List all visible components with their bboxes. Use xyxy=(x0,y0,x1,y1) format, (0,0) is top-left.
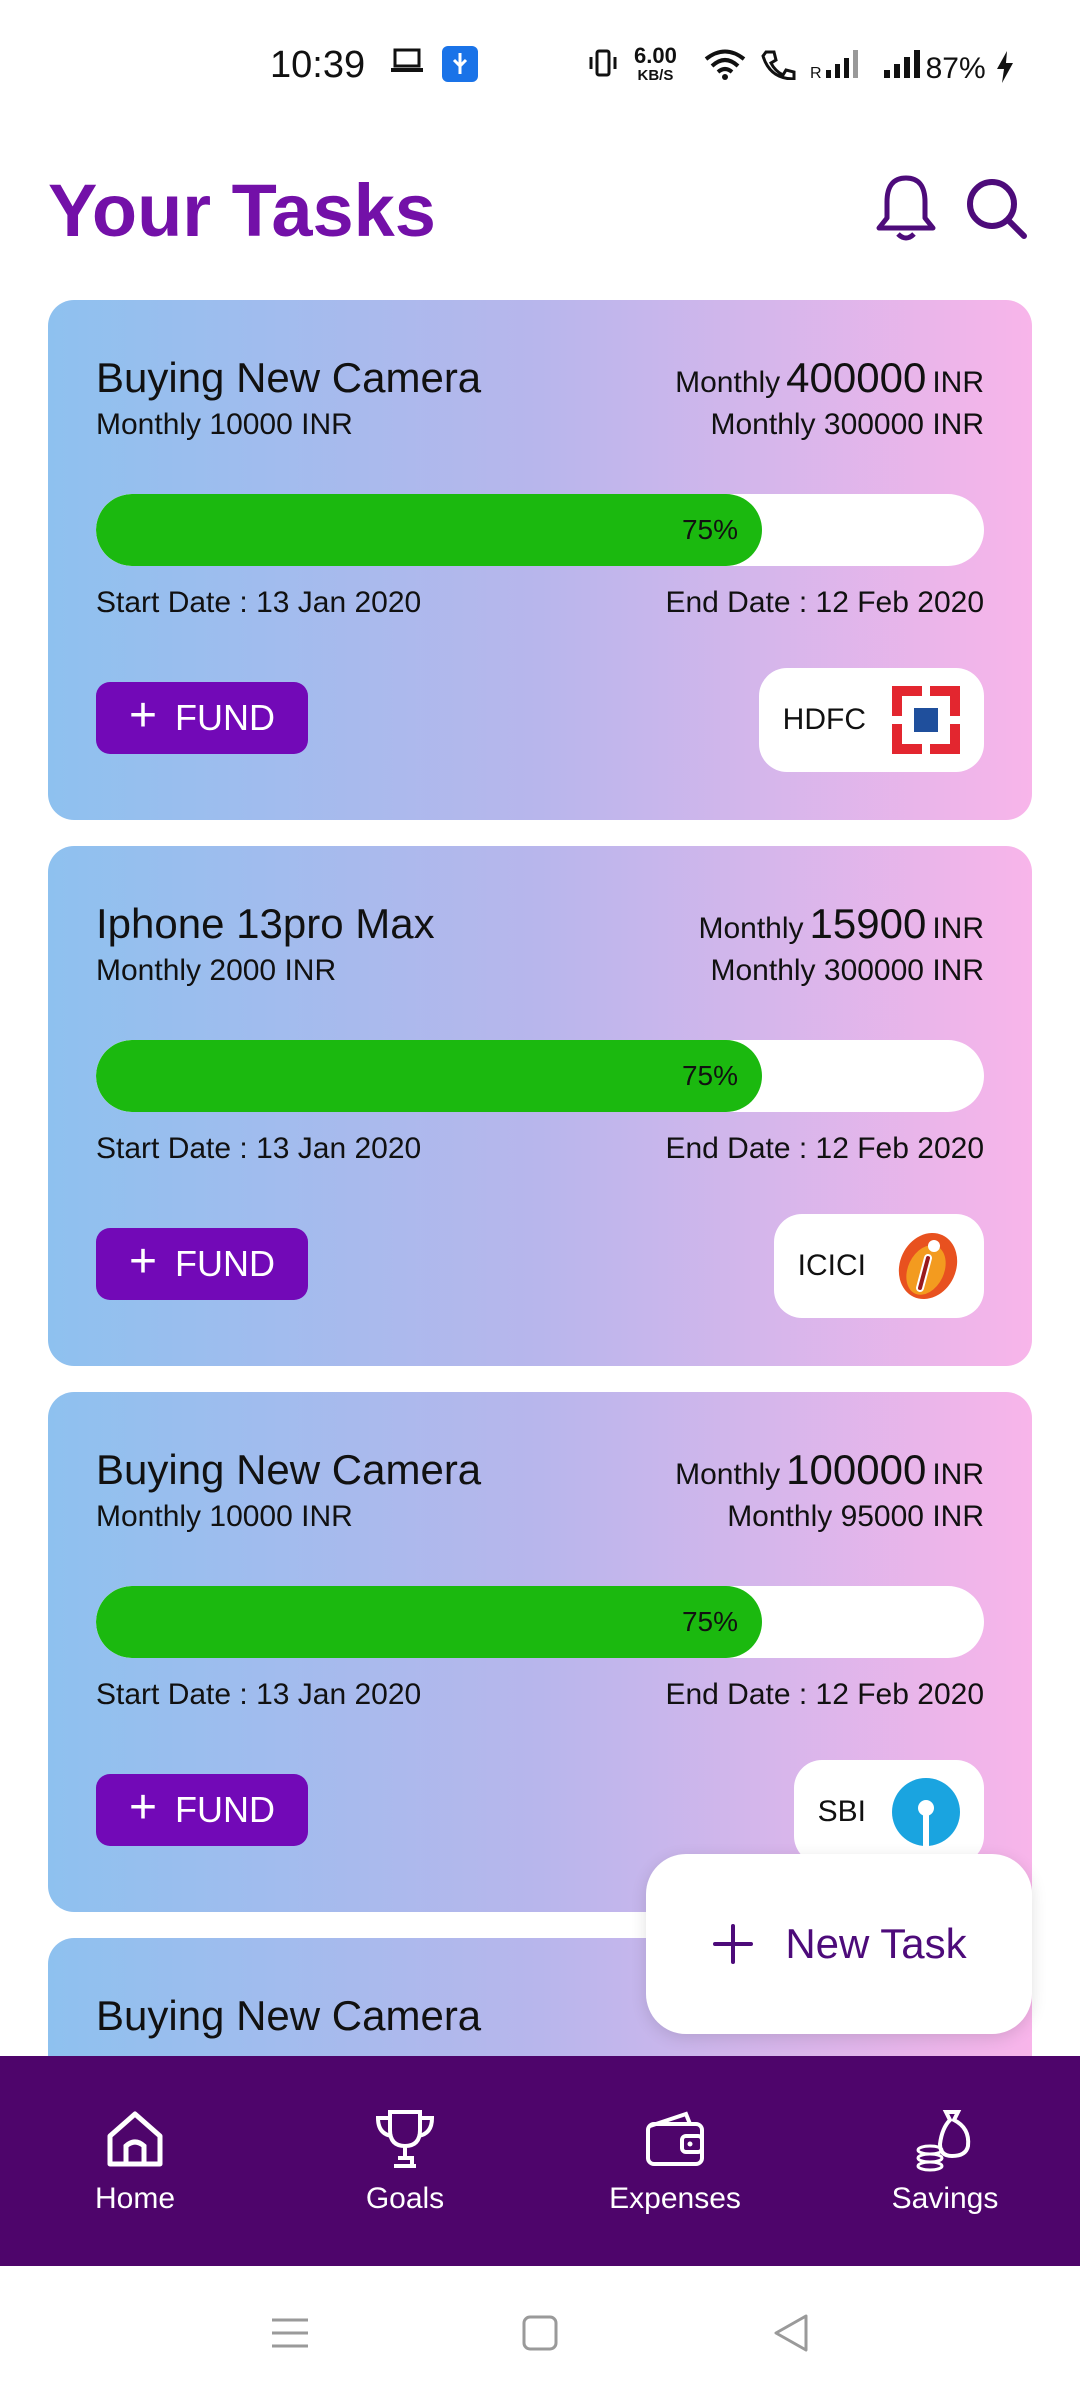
savings-icon xyxy=(916,2110,971,2172)
back-triangle-icon xyxy=(774,2314,808,2352)
vibrate-icon xyxy=(588,48,618,83)
header: Your Tasks xyxy=(0,160,1080,260)
search-button[interactable] xyxy=(956,168,1036,248)
fund-button[interactable]: + FUND xyxy=(96,1774,308,1846)
plus-icon: + xyxy=(128,689,158,742)
task-name: Buying New Camera xyxy=(96,354,482,401)
usb-icon xyxy=(442,46,478,87)
task-monthly: Monthly 10000 INR xyxy=(96,1500,353,1533)
page-title: Your Tasks xyxy=(48,169,436,252)
signal-icon xyxy=(882,48,926,85)
end-date: End Date : 12 Feb 2020 xyxy=(665,1678,984,1711)
charging-icon xyxy=(997,51,1013,83)
wifi-calling-icon xyxy=(760,48,800,85)
nav-item-expenses[interactable]: Expenses xyxy=(540,2056,810,2266)
task-saved: Monthly 300000 INR xyxy=(710,954,985,987)
nav-item-savings[interactable]: Savings xyxy=(810,2056,1080,2266)
signal-roaming-icon: R xyxy=(810,48,874,85)
laptop-icon xyxy=(390,48,424,79)
bank-chip[interactable]: ICICI xyxy=(773,1214,984,1318)
nav-label: Home xyxy=(94,2182,176,2215)
task-card[interactable]: Buying New Camera Monthly 10000 INR Mont… xyxy=(48,1392,1032,1912)
start-date: Start Date : 13 Jan 2020 xyxy=(96,586,422,619)
progress-bar: 75% xyxy=(96,1040,984,1112)
bank-chip[interactable]: HDFC xyxy=(758,668,984,772)
system-home-button[interactable] xyxy=(510,2303,570,2363)
nav-item-home[interactable]: Home xyxy=(0,2056,270,2266)
new-task-button[interactable]: New Task xyxy=(646,1854,1032,2034)
fund-button[interactable]: + FUND xyxy=(96,682,308,754)
task-card[interactable]: Buying New Camera Monthly 10000 INR Mont… xyxy=(48,300,1032,820)
plus-icon: + xyxy=(128,1781,158,1834)
nav-label: Goals xyxy=(365,2182,445,2215)
plus-icon xyxy=(713,1924,754,1964)
network-speed: 6.00 KB/S xyxy=(634,43,677,85)
task-monthly: Monthly 2000 INR xyxy=(96,954,337,987)
end-date: End Date : 12 Feb 2020 xyxy=(665,1132,984,1165)
icici-logo-icon xyxy=(898,1232,958,1300)
hdfc-logo-icon xyxy=(892,686,960,754)
task-list[interactable]: Buying New Camera Monthly 10000 INR Mont… xyxy=(0,300,1080,2056)
notification-button[interactable] xyxy=(866,168,946,248)
task-saved: Monthly 95000 INR xyxy=(727,1500,984,1533)
progress-bar: 75% xyxy=(96,1586,984,1658)
progress-fill: 75% xyxy=(96,1040,762,1112)
task-target: Monthly 15900 INR xyxy=(698,900,984,947)
search-icon xyxy=(967,179,1027,239)
progress-label: 75% xyxy=(681,1606,738,1637)
task-name: Iphone 13pro Max xyxy=(96,900,435,947)
progress-bar: 75% xyxy=(96,494,984,566)
status-time: 10:39 xyxy=(270,44,366,86)
system-back-button[interactable] xyxy=(760,2303,820,2363)
sbi-logo-icon xyxy=(892,1778,960,1846)
task-saved: Monthly 300000 INR xyxy=(710,408,985,441)
menu-icon xyxy=(272,2318,308,2348)
fund-label: FUND xyxy=(175,1789,275,1830)
home-icon xyxy=(107,2111,163,2167)
battery-level: 87% xyxy=(926,50,1016,86)
new-task-label: New Task xyxy=(785,1920,967,1967)
nav-item-goals[interactable]: Goals xyxy=(270,2056,540,2266)
progress-label: 75% xyxy=(681,1060,738,1091)
trophy-icon xyxy=(375,2110,435,2168)
bell-icon xyxy=(876,175,936,241)
bank-name: HDFC xyxy=(782,703,866,736)
bank-chip[interactable]: SBI xyxy=(793,1760,984,1864)
bank-name: ICICI xyxy=(797,1249,866,1282)
task-name: Buying New Camera xyxy=(96,1992,482,2039)
progress-label: 75% xyxy=(681,514,738,545)
fund-label: FUND xyxy=(175,1243,275,1284)
task-target: Monthly 400000 INR xyxy=(675,354,984,401)
bottom-nav: Home Goals Expenses Savings xyxy=(0,2056,1080,2266)
system-menu-button[interactable] xyxy=(260,2303,320,2363)
system-nav-bar xyxy=(0,2266,1080,2400)
nav-label: Savings xyxy=(891,2182,999,2215)
task-monthly: Monthly 10000 INR xyxy=(96,408,353,441)
task-card[interactable]: Iphone 13pro Max Monthly 2000 INR Monthl… xyxy=(48,846,1032,1366)
start-date: Start Date : 13 Jan 2020 xyxy=(96,1678,422,1711)
nav-label: Expenses xyxy=(609,2182,741,2215)
wallet-icon xyxy=(646,2111,704,2166)
progress-fill: 75% xyxy=(96,1586,762,1658)
plus-icon: + xyxy=(128,1235,158,1288)
square-icon xyxy=(522,2315,558,2351)
fund-label: FUND xyxy=(175,697,275,738)
status-bar: 10:39 6.00 KB/S R 87% xyxy=(0,0,1080,136)
wifi-icon xyxy=(704,48,746,85)
start-date: Start Date : 13 Jan 2020 xyxy=(96,1132,422,1165)
progress-fill: 75% xyxy=(96,494,762,566)
svg-text:R: R xyxy=(810,65,822,80)
end-date: End Date : 12 Feb 2020 xyxy=(665,586,984,619)
fund-button[interactable]: + FUND xyxy=(96,1228,308,1300)
task-name: Buying New Camera xyxy=(96,1446,482,1493)
bank-name: SBI xyxy=(817,1795,866,1828)
task-target: Monthly 100000 INR xyxy=(675,1446,984,1493)
